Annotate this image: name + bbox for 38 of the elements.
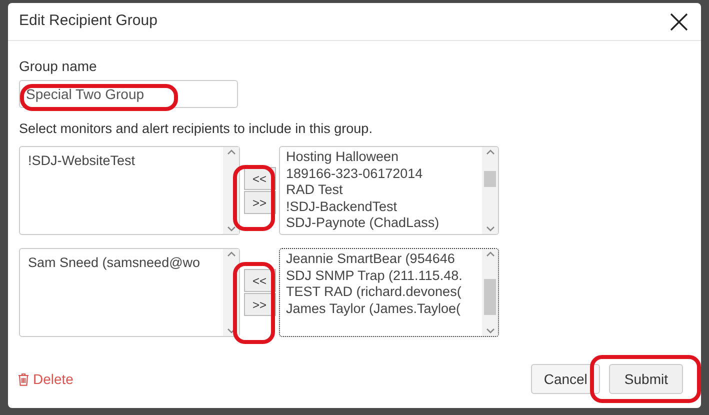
group-name-field[interactable]: Special Two Group — [19, 80, 238, 108]
list-item[interactable]: Jeannie SmartBear (954646 — [286, 251, 482, 268]
available-list[interactable]: Sam Sneed (samsneed@wo — [19, 248, 240, 337]
delete-link[interactable]: Delete — [18, 368, 74, 390]
list-item[interactable]: RAD Test — [286, 182, 482, 198]
dialog-title: Edit Recipient Group — [19, 11, 158, 32]
trash-icon — [18, 372, 29, 386]
list-item[interactable]: !SDJ-BackendTest — [286, 198, 482, 215]
list-item[interactable]: TEST RAD (richard.devones( — [286, 284, 482, 300]
included-list[interactable]: Jeannie SmartBear (954646 SDJ SNMP Trap (211.115.48. TEST RAD (richard.devones( James Taylor (James.Tayloe( — [279, 248, 499, 337]
highlight-outline — [233, 165, 275, 231]
scroll-up-icon[interactable] — [226, 251, 236, 257]
available-list[interactable]: !SDJ-WebsiteTest — [19, 146, 240, 235]
scroll-down-icon[interactable] — [486, 328, 494, 334]
close-icon — [670, 12, 688, 30]
list-item[interactable]: SDJ SNMP Trap (211.115.48. — [286, 268, 482, 284]
scroll-up-icon[interactable] — [486, 251, 494, 257]
scroll-thumb[interactable] — [484, 279, 496, 315]
included-list[interactable]: Hosting Halloween 189166-323-06172014 RAD Test !SDJ-BackendTest SDJ-Paynote (ChadLass) — [279, 146, 499, 235]
scroll-thumb[interactable] — [484, 171, 496, 187]
instructions-text: Select monitors and alert recipients to include in this group. — [19, 120, 374, 138]
scroll-down-icon[interactable] — [226, 328, 236, 334]
scrollbar[interactable] — [482, 249, 498, 336]
field-label: Group name — [19, 57, 98, 75]
list-item[interactable]: SDJ-Paynote (ChadLass) — [286, 215, 482, 232]
scrollbar[interactable] — [482, 147, 498, 234]
scroll-up-icon[interactable] — [486, 149, 494, 155]
scroll-down-icon[interactable] — [486, 226, 494, 232]
submit-button[interactable]: Submit — [609, 364, 683, 394]
list-item[interactable]: Hosting Halloween — [286, 149, 482, 166]
list-item[interactable]: !SDJ-WebsiteTest — [28, 150, 223, 172]
list-item[interactable]: Sam Sneed (samsneed@wo — [28, 252, 223, 274]
scroll-up-icon[interactable] — [226, 149, 236, 155]
list-item[interactable]: James Taylor (James.Tayloe( — [286, 300, 482, 317]
cancel-button[interactable]: Cancel — [530, 364, 600, 394]
scroll-down-icon[interactable] — [226, 226, 236, 232]
close-button[interactable] — [668, 10, 690, 32]
list-item[interactable]: 189166-323-06172014 — [286, 166, 482, 182]
